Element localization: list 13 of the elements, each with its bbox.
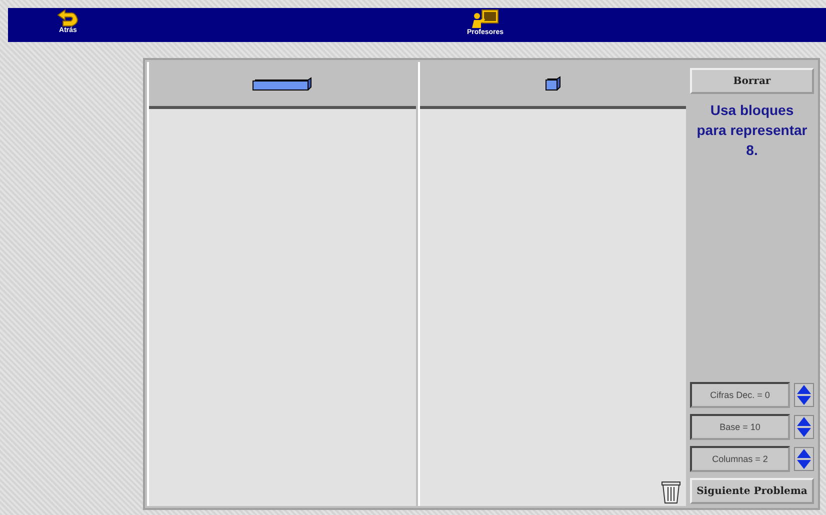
setting-field: Columnas = 2 xyxy=(690,446,790,472)
instruction-text: Usa bloques para representar 8. xyxy=(696,101,808,160)
teacher-board-icon xyxy=(470,9,500,29)
up-down-arrows-icon[interactable] xyxy=(794,447,814,471)
setting-field: Cifras Dec. = 0 xyxy=(690,382,790,408)
up-down-arrows-icon[interactable] xyxy=(794,415,814,439)
setting-field: Base = 10 xyxy=(690,414,790,440)
up-down-arrows-icon[interactable] xyxy=(794,383,814,407)
unit-cube-icon[interactable] xyxy=(544,76,561,92)
ten-rod-icon[interactable] xyxy=(252,77,312,91)
next-problem-button[interactable]: Siguiente Problema xyxy=(690,478,814,504)
clear-button[interactable]: Borrar xyxy=(690,68,814,94)
back-arrow-icon xyxy=(57,9,79,27)
